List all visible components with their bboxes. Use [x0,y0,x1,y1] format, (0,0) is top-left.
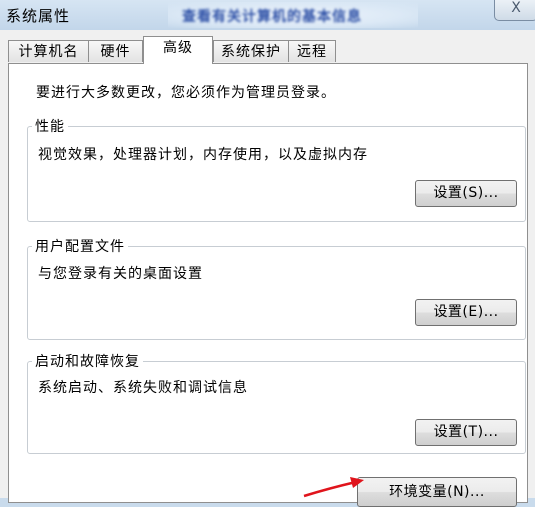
red-arrow-icon [303,477,364,498]
title-bar: 系统属性 查看有关计算机的基本信息 [0,0,535,30]
tab-computer-name[interactable]: 计算机名 [8,40,89,62]
close-button[interactable]: X [494,0,535,21]
blurred-window-caption: 查看有关计算机的基本信息 [168,2,418,28]
performance-group [27,126,526,222]
performance-group-title: 性能 [32,116,68,136]
tab-hardware[interactable]: 硬件 [88,40,143,62]
admin-notice: 要进行大多数更改，您必须作为管理员登录。 [36,85,336,101]
tab-advanced[interactable]: 高级 [143,36,213,64]
tab-remote[interactable]: 远程 [288,40,336,62]
performance-description: 视觉效果，处理器计划，内存使用，以及虚拟内存 [38,147,368,163]
performance-settings-button[interactable]: 设置(S)... [415,180,517,207]
startup-recovery-settings-button[interactable]: 设置(T)... [415,419,517,446]
user-profiles-settings-button[interactable]: 设置(E)... [415,299,517,326]
window-title: 系统属性 [6,7,71,25]
environment-variables-button[interactable]: 环境变量(N)... [357,477,517,507]
blurred-caption-text: 查看有关计算机的基本信息 [182,9,362,25]
user-profiles-description: 与您登录有关的桌面设置 [38,266,203,282]
startup-recovery-description: 系统启动、系统失败和调试信息 [38,380,248,396]
user-profiles-group-title: 用户配置文件 [32,236,128,256]
tab-system-protection[interactable]: 系统保护 [213,40,289,62]
startup-recovery-group-title: 启动和故障恢复 [32,351,143,371]
close-icon: X [511,0,521,16]
arrow-shaft [303,480,357,498]
arrow-head [350,477,364,488]
